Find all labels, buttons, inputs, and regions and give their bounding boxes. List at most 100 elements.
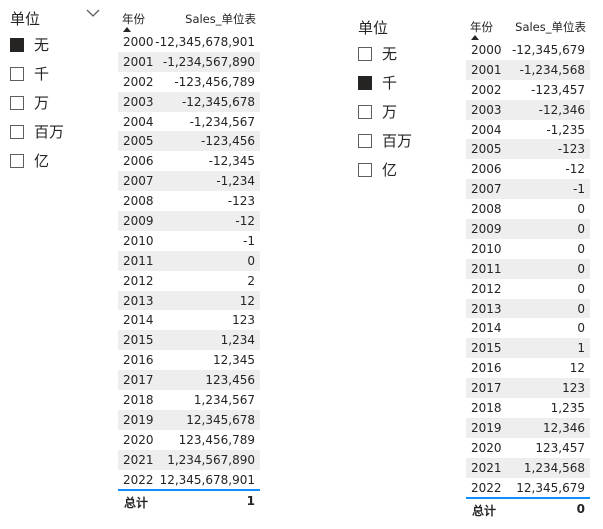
- table-row[interactable]: 2010 0: [466, 239, 590, 259]
- table-row[interactable]: 2000 -12,345,679: [466, 40, 590, 60]
- cell-year: 2016: [123, 353, 154, 368]
- cell-year: 2008: [471, 202, 502, 217]
- table-row[interactable]: 2010 -1: [118, 231, 260, 251]
- table-row[interactable]: 2001 -1,234,568: [466, 59, 590, 80]
- table-row[interactable]: 2003 -12,346: [466, 99, 590, 120]
- checkbox-icon[interactable]: [10, 96, 24, 110]
- column-header-year[interactable]: 年份: [470, 19, 493, 35]
- cell-sales: 12,345,678,901: [159, 472, 255, 487]
- cell-sales: 1,234: [220, 333, 255, 348]
- checkbox-icon[interactable]: [358, 47, 372, 61]
- table-row[interactable]: 2008 0: [466, 199, 590, 219]
- table-row[interactable]: 2009 0: [466, 219, 590, 239]
- table-row[interactable]: 2021 1,234,567,890: [118, 449, 260, 470]
- table-row[interactable]: 2015 1,234: [118, 330, 260, 351]
- table-row[interactable]: 2009 -12: [118, 211, 260, 231]
- cell-year: 2020: [123, 432, 154, 447]
- table-row[interactable]: 2001 -1,234,567,890: [118, 51, 260, 72]
- cell-year: 2010: [123, 233, 154, 248]
- table-row[interactable]: 2005 -123: [466, 139, 590, 160]
- checkbox-checked-icon[interactable]: [10, 38, 24, 52]
- table-row[interactable]: 2006 -12: [466, 159, 590, 179]
- cell-sales: -1,235: [546, 122, 585, 137]
- cell-year: 2011: [123, 253, 154, 268]
- table-row[interactable]: 2014 0: [466, 318, 590, 338]
- table-row[interactable]: 2005 -123,456: [118, 131, 260, 152]
- checkbox-icon[interactable]: [358, 163, 372, 177]
- table-row[interactable]: 2022 12,345,679: [466, 478, 590, 498]
- cell-year: 2015: [471, 341, 502, 356]
- cell-sales: 123: [232, 313, 255, 328]
- table-row[interactable]: 2020 123,457: [466, 438, 590, 458]
- cell-sales: 0: [577, 241, 585, 256]
- table-row[interactable]: 2022 12,345,678,901: [118, 470, 260, 490]
- cell-sales: 12,345: [213, 353, 255, 368]
- cell-year: 2021: [123, 452, 154, 467]
- table-row[interactable]: 2018 1,235: [466, 398, 590, 418]
- table-row[interactable]: 2002 -123,456,789: [118, 72, 260, 92]
- table-row[interactable]: 2013 0: [466, 298, 590, 319]
- table-row[interactable]: 2007 -1: [466, 179, 590, 200]
- table-row[interactable]: 2008 -123: [118, 191, 260, 211]
- table-row[interactable]: 2019 12,345,678: [118, 409, 260, 430]
- cell-sales: 1,234,567,890: [167, 452, 255, 467]
- checkbox-icon[interactable]: [10, 154, 24, 168]
- table-row[interactable]: 2021 1,234,568: [466, 457, 590, 478]
- cell-year: 2013: [471, 301, 502, 316]
- cell-sales: 123,456: [205, 373, 255, 388]
- table-row[interactable]: 2016 12: [466, 358, 590, 378]
- chevron-down-icon[interactable]: [86, 8, 100, 18]
- cell-sales: -123,456,789: [174, 74, 255, 89]
- slicer-option-label: 百万: [34, 123, 65, 141]
- slicer-option-label: 亿: [34, 152, 50, 170]
- table-row[interactable]: 2016 12,345: [118, 350, 260, 370]
- table-row[interactable]: 2012 2: [118, 271, 260, 291]
- table-row[interactable]: 2020 123,456,789: [118, 430, 260, 450]
- table-body: 2000 -12,345,678,901 2001 -1,234,567,890 200…: [118, 32, 260, 489]
- table-row[interactable]: 2013 12: [118, 290, 260, 311]
- table-row[interactable]: 2015 1: [466, 338, 590, 359]
- column-header-year[interactable]: 年份: [122, 11, 145, 27]
- checkbox-checked-icon[interactable]: [358, 76, 372, 90]
- checkbox-icon[interactable]: [10, 125, 24, 139]
- slicer-option-label: 万: [34, 94, 50, 112]
- checkbox-icon[interactable]: [10, 67, 24, 81]
- cell-year: 2001: [471, 62, 502, 77]
- table-row[interactable]: 2004 -1,235: [466, 120, 590, 140]
- table-row[interactable]: 2018 1,234,567: [118, 390, 260, 410]
- table-row[interactable]: 2006 -12,345: [118, 151, 260, 171]
- table-row[interactable]: 2011 0: [466, 258, 590, 279]
- table-row[interactable]: 2000 -12,345,678,901: [118, 32, 260, 52]
- slicer-option-label: 千: [382, 74, 398, 92]
- cell-year: 2014: [471, 321, 502, 336]
- checkbox-icon[interactable]: [358, 134, 372, 148]
- table-row[interactable]: 2017 123: [466, 378, 590, 399]
- slicer-option-label: 无: [382, 45, 398, 63]
- cell-year: 2018: [123, 393, 154, 408]
- table-row[interactable]: 2011 0: [118, 250, 260, 271]
- cell-year: 2010: [471, 241, 502, 256]
- cell-sales: 0: [577, 301, 585, 316]
- table-row[interactable]: 2003 -12,345,678: [118, 91, 260, 112]
- checkbox-icon[interactable]: [358, 105, 372, 119]
- table-row[interactable]: 2019 12,346: [466, 417, 590, 438]
- column-header-sales[interactable]: Sales_单位表: [185, 11, 256, 27]
- cell-year: 2019: [471, 420, 502, 435]
- cell-sales: -1: [243, 233, 255, 248]
- table-row[interactable]: 2014 123: [118, 310, 260, 330]
- slicer-option-label: 无: [34, 36, 50, 54]
- table-row[interactable]: 2004 -1,234,567: [118, 112, 260, 132]
- cell-year: 2002: [123, 74, 154, 89]
- table-header: 年份 Sales_单位表: [118, 6, 260, 32]
- slicer-option-label: 亿: [382, 161, 398, 179]
- table-row[interactable]: 2007 -1,234: [118, 171, 260, 192]
- slicer-title: 单位: [10, 10, 41, 28]
- table-row[interactable]: 2012 0: [466, 279, 590, 299]
- cell-sales: 0: [247, 253, 255, 268]
- slicer-option-label: 万: [382, 103, 398, 121]
- slicer-title: 单位: [358, 19, 389, 37]
- cell-sales: 123,456,789: [178, 432, 255, 447]
- column-header-sales[interactable]: Sales_单位表: [515, 19, 586, 35]
- table-row[interactable]: 2002 -123,457: [466, 80, 590, 100]
- table-row[interactable]: 2017 123,456: [118, 370, 260, 391]
